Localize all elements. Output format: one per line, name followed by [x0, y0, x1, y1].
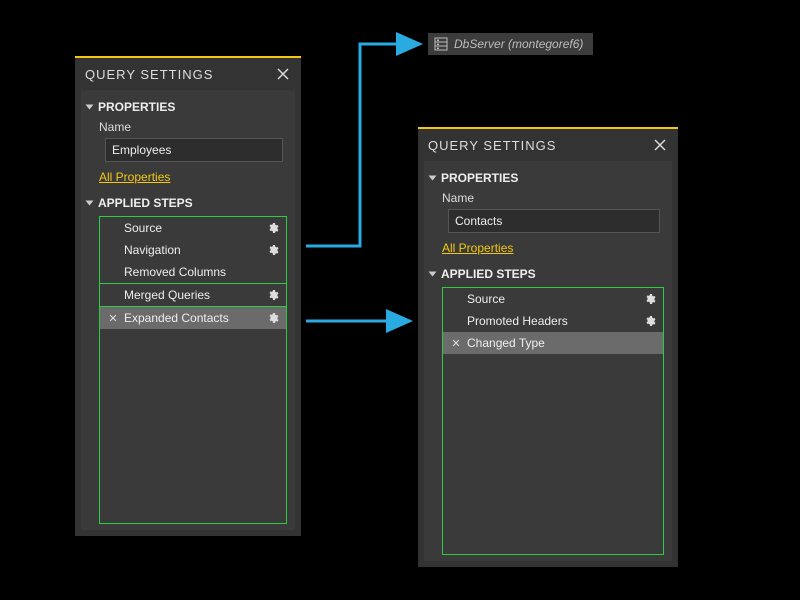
- step-row[interactable]: Navigation: [100, 239, 286, 261]
- step-row[interactable]: Merged Queries: [100, 284, 286, 306]
- name-field-label: Name: [430, 189, 666, 207]
- step-label: Expanded Contacts: [120, 311, 266, 325]
- step-settings-button[interactable]: [266, 221, 280, 235]
- properties-header-label: PROPERTIES: [441, 171, 518, 185]
- panel-body: PROPERTIES Name All Properties APPLIED S…: [81, 90, 295, 530]
- gear-icon: [267, 244, 279, 256]
- step-label: Navigation: [120, 243, 266, 257]
- step-label: Source: [463, 292, 643, 306]
- properties-section-header[interactable]: PROPERTIES: [87, 96, 289, 118]
- step-settings-button[interactable]: [643, 292, 657, 306]
- close-button[interactable]: [652, 137, 668, 153]
- step-row[interactable]: Removed Columns: [100, 261, 286, 283]
- query-settings-panel-right: QUERY SETTINGS PROPERTIES Name All Prope…: [418, 127, 678, 567]
- query-settings-panel-left: QUERY SETTINGS PROPERTIES Name All Prope…: [75, 56, 301, 536]
- gear-icon: [644, 293, 656, 305]
- database-icon: [434, 37, 448, 51]
- step-label: Merged Queries: [120, 288, 266, 302]
- delete-step-icon[interactable]: ✕: [449, 337, 463, 350]
- close-icon: [654, 139, 666, 151]
- close-button[interactable]: [275, 66, 291, 82]
- caret-down-icon: [429, 176, 437, 181]
- applied-steps-list: SourcePromoted Headers✕Changed Type: [442, 287, 664, 555]
- applied-steps-section-header[interactable]: APPLIED STEPS: [87, 192, 289, 214]
- caret-down-icon: [86, 201, 94, 206]
- properties-header-label: PROPERTIES: [98, 100, 175, 114]
- applied-steps-section-header[interactable]: APPLIED STEPS: [430, 263, 666, 285]
- all-properties-link[interactable]: All Properties: [87, 166, 289, 192]
- panel-titlebar: QUERY SETTINGS: [75, 58, 301, 90]
- panel-titlebar: QUERY SETTINGS: [418, 129, 678, 161]
- panel-title: QUERY SETTINGS: [85, 67, 213, 82]
- applied-steps-header-label: APPLIED STEPS: [98, 196, 193, 210]
- step-row[interactable]: ✕Changed Type: [443, 332, 663, 354]
- properties-section-header[interactable]: PROPERTIES: [430, 167, 666, 189]
- step-row[interactable]: Promoted Headers: [443, 310, 663, 332]
- db-server-label: DbServer (montegoref6): [454, 37, 583, 51]
- step-label: Source: [120, 221, 266, 235]
- caret-down-icon: [429, 272, 437, 277]
- caret-down-icon: [86, 105, 94, 110]
- step-row[interactable]: Source: [443, 288, 663, 310]
- applied-steps-header-label: APPLIED STEPS: [441, 267, 536, 281]
- step-label: Promoted Headers: [463, 314, 643, 328]
- close-icon: [277, 68, 289, 80]
- delete-step-icon[interactable]: ✕: [106, 312, 120, 325]
- name-input[interactable]: [448, 209, 660, 233]
- gear-icon: [267, 289, 279, 301]
- step-row[interactable]: Source: [100, 217, 286, 239]
- name-field-label: Name: [87, 118, 289, 136]
- step-settings-button[interactable]: [266, 243, 280, 257]
- gear-icon: [644, 315, 656, 327]
- gear-icon: [267, 312, 279, 324]
- panel-title: QUERY SETTINGS: [428, 138, 556, 153]
- name-input[interactable]: [105, 138, 283, 162]
- all-properties-link[interactable]: All Properties: [430, 237, 666, 263]
- applied-steps-list: Source Navigation Removed Columns Merged Qu…: [99, 216, 287, 524]
- db-server-pill[interactable]: DbServer (montegoref6): [428, 33, 593, 55]
- gear-icon: [267, 222, 279, 234]
- step-label: Changed Type: [463, 336, 657, 350]
- step-label: Removed Columns: [120, 265, 280, 279]
- step-row[interactable]: ✕Expanded Contacts: [100, 307, 286, 329]
- step-settings-button[interactable]: [266, 288, 280, 302]
- step-settings-button[interactable]: [643, 314, 657, 328]
- step-settings-button[interactable]: [266, 311, 280, 325]
- panel-body: PROPERTIES Name All Properties APPLIED S…: [424, 161, 672, 561]
